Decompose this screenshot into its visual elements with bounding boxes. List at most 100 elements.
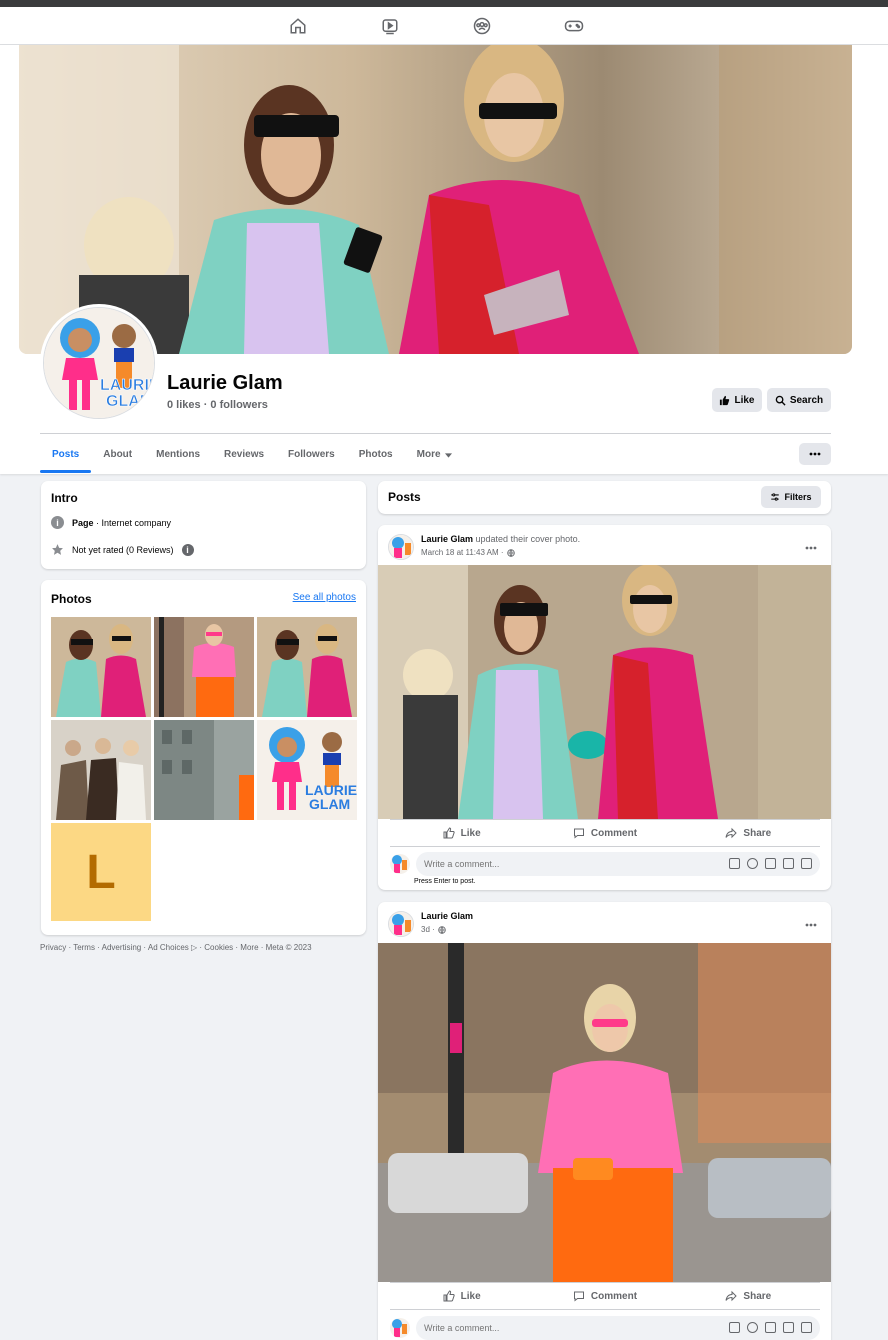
photo-thumbnail[interactable]: LAURIE GLAM <box>257 720 357 820</box>
comment-hint: Press Enter to post. <box>414 878 476 885</box>
photo-thumbnail[interactable] <box>154 720 254 820</box>
info-icon: i <box>51 516 64 529</box>
comment-action-button[interactable]: Comment <box>533 820 676 846</box>
rating-info-icon[interactable]: i <box>181 543 194 556</box>
photos-title: Photos <box>51 592 92 606</box>
top-navigation <box>0 7 888 45</box>
filters-label: Filters <box>784 492 812 502</box>
post-author-avatar[interactable] <box>388 911 414 937</box>
post-timestamp[interactable]: 3d · <box>421 925 435 934</box>
comment-icon <box>573 828 584 839</box>
comment-composer <box>390 1316 820 1340</box>
star-icon <box>52 544 63 555</box>
rating-row: Not yet rated (0 Reviews) i <box>51 543 194 556</box>
like-button-label: Like <box>734 394 755 406</box>
post-card: Laurie Glam 3d · Like Comment Share Writ… <box>378 902 831 1340</box>
comment-tools <box>729 1322 812 1333</box>
cover-photo[interactable] <box>19 45 852 354</box>
caret-down-icon <box>444 452 452 458</box>
more-options-button[interactable] <box>799 443 831 465</box>
comment-action-button[interactable]: Comment <box>533 1283 676 1309</box>
placeholder-letter: L <box>86 845 116 899</box>
globe-icon <box>506 548 515 557</box>
filters-button[interactable]: Filters <box>761 486 821 508</box>
comment-tools <box>729 858 812 869</box>
likes-count[interactable]: 0 likes <box>167 399 201 411</box>
camera-icon[interactable] <box>765 858 776 869</box>
share-icon <box>725 827 738 839</box>
post-options-icon[interactable] <box>805 537 817 555</box>
tab-reviews[interactable]: Reviews <box>212 437 276 473</box>
post-author-name[interactable]: Laurie Glam <box>421 534 473 544</box>
share-icon <box>725 1290 738 1302</box>
page-label: Page <box>72 517 94 528</box>
home-icon[interactable] <box>287 15 309 37</box>
photo-thumbnail[interactable] <box>51 720 151 820</box>
sticker-icon[interactable] <box>801 1322 812 1333</box>
commenter-avatar[interactable] <box>390 1318 410 1338</box>
like-action-button[interactable]: Like <box>390 1283 533 1309</box>
groups-icon[interactable] <box>471 15 493 37</box>
post-card: Laurie Glam updated their cover photo. M… <box>378 525 831 890</box>
post-image[interactable] <box>378 565 831 819</box>
like-page-button[interactable]: Like <box>712 388 762 412</box>
emoji-icon[interactable] <box>747 1322 758 1333</box>
post-options-icon[interactable] <box>805 914 817 932</box>
post-actions-bar: Like Comment Share <box>390 1282 820 1310</box>
tab-mentions[interactable]: Mentions <box>144 437 212 473</box>
tab-photos[interactable]: Photos <box>347 437 405 473</box>
post-timestamp[interactable]: March 18 at 11:43 AM · <box>421 548 504 557</box>
comment-icon <box>573 1291 584 1302</box>
photo-thumbnail-placeholder[interactable]: L <box>51 823 151 921</box>
rating-text: Not yet rated (0 Reviews) <box>72 544 174 555</box>
photo-thumbnail[interactable] <box>257 617 357 717</box>
thumbs-up-icon <box>720 395 730 405</box>
globe-icon <box>438 925 446 934</box>
tab-followers[interactable]: Followers <box>276 437 347 473</box>
profile-avatar[interactable]: LAURIE GLAM <box>40 304 158 422</box>
emoji-icon[interactable] <box>747 858 758 869</box>
tab-more[interactable]: More <box>405 437 464 473</box>
followers-count[interactable]: 0 followers <box>210 399 267 411</box>
search-page-button[interactable]: Search <box>767 388 831 412</box>
posts-header-card: Posts Filters <box>378 481 831 514</box>
header-divider <box>40 433 831 434</box>
post-image[interactable] <box>378 943 831 1282</box>
svg-text:LAURIE: LAURIE <box>100 377 155 394</box>
gif-icon[interactable] <box>783 1322 794 1333</box>
post-meta: March 18 at 11:43 AM · <box>421 548 515 557</box>
avatar-sticker-icon[interactable] <box>729 1322 740 1333</box>
watch-icon[interactable] <box>379 15 401 37</box>
post-author-line: Laurie Glam updated their cover photo. <box>421 534 580 544</box>
search-icon <box>775 395 786 406</box>
profile-tabs: Posts About Mentions Reviews Followers P… <box>40 437 464 473</box>
camera-icon[interactable] <box>765 1322 776 1333</box>
post-author-line: Laurie Glam <box>421 911 473 921</box>
sticker-icon[interactable] <box>801 858 812 869</box>
page-title: Laurie Glam <box>167 372 283 394</box>
photos-card: Photos See all photos LAURIE GLAM L <box>41 580 366 935</box>
like-action-button[interactable]: Like <box>390 820 533 846</box>
tab-posts[interactable]: Posts <box>40 437 92 473</box>
photo-thumbnail[interactable] <box>154 617 254 717</box>
window-top-strip <box>0 0 888 7</box>
see-all-photos-link[interactable]: See all photos <box>293 592 356 603</box>
comment-composer <box>390 852 820 876</box>
avatar-sticker-icon[interactable] <box>729 858 740 869</box>
post-author-name[interactable]: Laurie Glam <box>421 911 473 921</box>
gaming-icon[interactable] <box>563 15 585 37</box>
footer-links[interactable]: Privacy · Terms · Advertising · Ad Choic… <box>40 943 312 952</box>
thumbs-up-icon <box>443 1290 455 1302</box>
tab-about[interactable]: About <box>91 437 144 473</box>
share-action-button[interactable]: Share <box>677 820 820 846</box>
commenter-avatar[interactable] <box>390 854 410 874</box>
intro-card: Intro i Page · Internet company Not yet … <box>41 481 366 569</box>
share-action-button[interactable]: Share <box>677 1283 820 1309</box>
photo-thumbnail[interactable] <box>51 617 151 717</box>
page-category-row: i Page · Internet company <box>51 516 171 529</box>
post-actions-bar: Like Comment Share <box>390 819 820 847</box>
gif-icon[interactable] <box>783 858 794 869</box>
post-action-text: updated their cover photo. <box>473 534 581 544</box>
page-stats: 0 likes · 0 followers <box>167 399 268 411</box>
post-author-avatar[interactable] <box>388 534 414 560</box>
